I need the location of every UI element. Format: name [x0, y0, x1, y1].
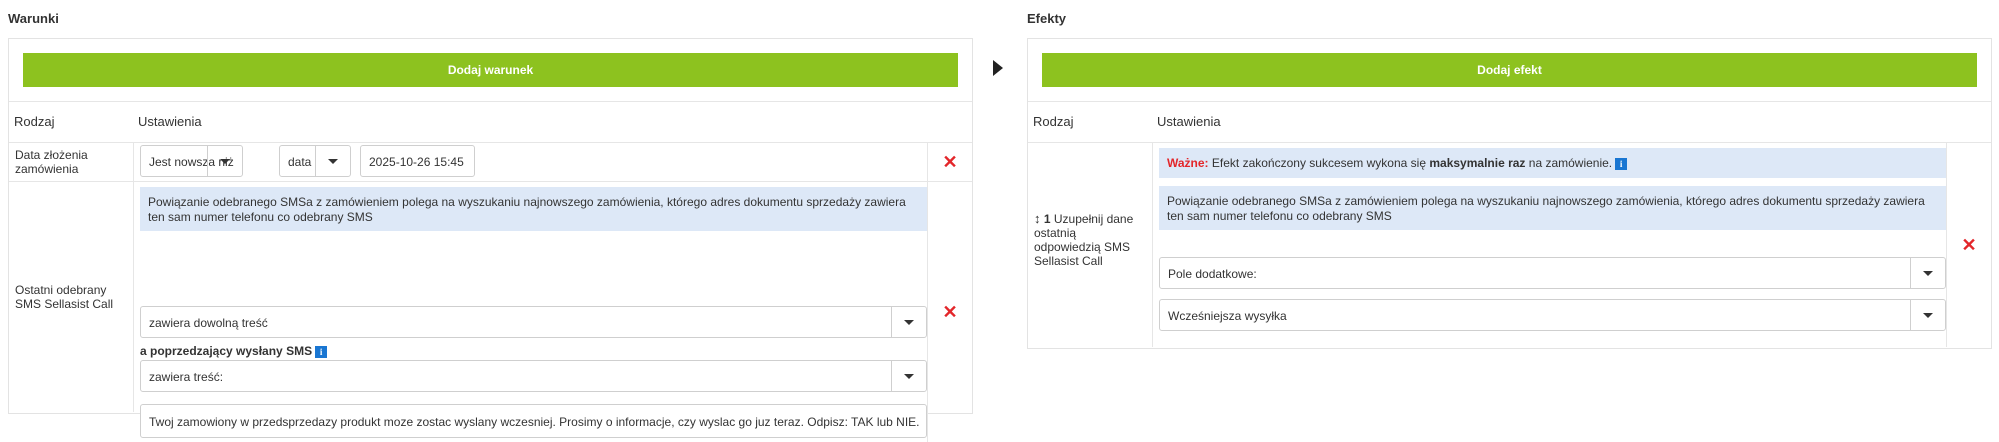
drag-handle-icon[interactable]: ↕	[1034, 211, 1041, 226]
sms-info-box: Powiązanie odebranego SMSa z zamówieniem…	[140, 187, 927, 231]
delete-effect-icon[interactable]: ✕	[1961, 236, 1976, 254]
conditions-col-kind: Rodzaj	[14, 114, 55, 129]
sms-content-select-value: zawiera dowolną treść	[149, 316, 268, 330]
important-notice: Ważne: Efekt zakończony sukcesem wykona …	[1159, 148, 1946, 178]
add-effect-button[interactable]: Dodaj efekt	[1042, 53, 1977, 87]
condition-row-last-sms: Ostatni odebrany SMS Sellasist Call Powi…	[9, 182, 972, 442]
conditions-header-row: Rodzaj Ustawienia	[9, 101, 972, 143]
effects-header-row: Rodzaj Ustawienia	[1028, 101, 1991, 143]
conditions-title: Warunki	[8, 11, 59, 26]
previous-sms-select[interactable]: zawiera treść:	[140, 360, 927, 392]
value-select[interactable]: Wcześniejsza wysyłka	[1159, 299, 1946, 331]
important-bold: maksymalnie raz	[1429, 156, 1526, 170]
delete-condition-icon[interactable]: ✕	[942, 303, 957, 321]
arrow-right-icon	[993, 60, 1003, 76]
sms-content-select[interactable]: zawiera dowolną treść	[140, 306, 927, 338]
effect-order-number: 1	[1043, 212, 1051, 226]
value-select-value: Wcześniejsza wysyłka	[1168, 309, 1287, 323]
sms-info-box: Powiązanie odebranego SMSa z zamówieniem…	[1159, 186, 1946, 230]
previous-sms-label-text: a poprzedzający wysłany SMS	[140, 344, 313, 358]
info-icon[interactable]: i	[315, 345, 328, 358]
condition-row-order-date: Data złożenia zamówienia Jest nowsza niż…	[9, 142, 972, 182]
date-input[interactable]: 2025-10-26 15:45	[360, 145, 475, 177]
info-icon[interactable]: i	[1615, 157, 1628, 170]
chevron-down-icon	[207, 146, 242, 176]
previous-sms-text-value: Twoj zamowiony w przedsprzedazy produkt …	[149, 415, 920, 429]
chevron-down-icon	[1910, 300, 1945, 330]
condition-kind: Ostatni odebrany SMS Sellasist Call	[9, 182, 134, 412]
type-select[interactable]: data	[279, 145, 351, 177]
previous-sms-select-value: zawiera treść:	[149, 370, 224, 384]
effects-title: Efekty	[1027, 11, 1067, 26]
date-input-value: 2025-10-26 15:45	[369, 155, 464, 169]
delete-condition-icon[interactable]: ✕	[942, 153, 957, 171]
type-select-value: data	[288, 155, 312, 169]
operator-select[interactable]: Jest nowsza niż	[140, 145, 243, 177]
add-condition-button[interactable]: Dodaj warunek	[23, 53, 958, 87]
chevron-down-icon	[891, 307, 926, 337]
previous-sms-label: a poprzedzający wysłany SMS i	[140, 344, 328, 358]
chevron-down-icon	[1910, 258, 1945, 288]
condition-kind: Data złożenia zamówienia	[9, 142, 134, 181]
effects-col-kind: Rodzaj	[1033, 114, 1074, 129]
conditions-col-settings: Ustawienia	[138, 114, 202, 129]
important-text-b: na zamówienie.	[1528, 156, 1613, 170]
effect-row: ↕ 1 Uzupełnij dane ostatnią odpowiedzią …	[1028, 142, 1991, 347]
effects-panel: Dodaj efekt Rodzaj Ustawienia ↕ 1 Uzupeł…	[1027, 38, 1992, 349]
conditions-panel: Dodaj warunek Rodzaj Ustawienia Data zło…	[8, 38, 973, 442]
effect-kind-cell: ↕ 1 Uzupełnij dane ostatnią odpowiedzią …	[1028, 142, 1153, 347]
field-select-value: Pole dodatkowe:	[1168, 267, 1257, 281]
important-text-a: Efekt zakończony sukcesem wykona się	[1211, 156, 1427, 170]
field-select[interactable]: Pole dodatkowe:	[1159, 257, 1946, 289]
chevron-down-icon	[315, 146, 350, 176]
effects-col-settings: Ustawienia	[1157, 114, 1221, 129]
previous-sms-text-input[interactable]: Twoj zamowiony w przedsprzedazy produkt …	[140, 404, 927, 438]
important-label: Ważne:	[1167, 156, 1209, 170]
chevron-down-icon	[891, 361, 926, 391]
